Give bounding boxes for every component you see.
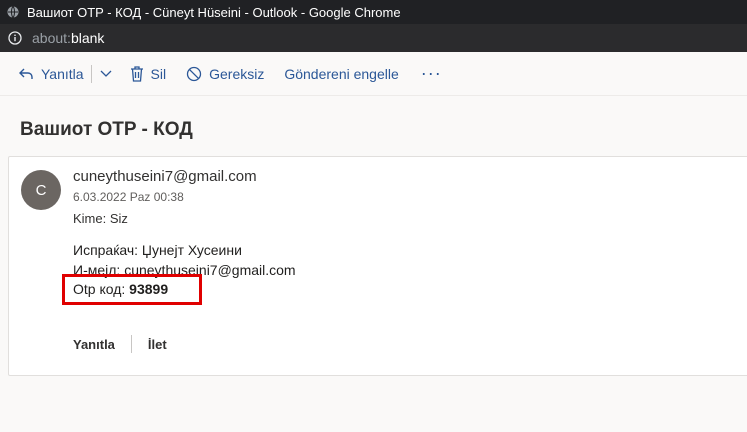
window-title: Вашиот OTP - КОД - Cüneyt Hüseini - Outl… [27,4,401,20]
browser-title-bar: Вашиот OTP - КОД - Cüneyt Hüseini - Outl… [0,0,747,24]
block-icon [186,66,202,81]
message-date: 6.03.2022 Paz 00:38 [73,190,184,204]
message-toolbar: Yanıtla Sil Gereksiz Göndereni engelle ·… [0,52,747,96]
sender-email[interactable]: cuneythuseini7@gmail.com [73,168,257,185]
junk-button-label: Gereksiz [209,65,265,82]
chevron-down-icon [100,70,112,77]
reply-button[interactable]: Yanıtla [18,66,84,82]
reply-options-button[interactable] [100,70,112,78]
otp-code: 93899 [129,281,169,297]
action-divider [130,335,132,353]
block-sender-button[interactable]: Göndereni engelle [284,66,398,82]
forward-link[interactable]: İlet [148,337,167,352]
recipient-line: Kime: Siz [73,211,128,226]
avatar[interactable]: C [21,170,61,210]
junk-button[interactable]: Gereksiz [186,66,264,82]
quick-actions: Yanıtla İlet [73,335,167,353]
reply-icon [19,68,33,79]
url-host[interactable]: blank [71,30,104,46]
to-label: Kime: [73,211,107,226]
globe-icon [7,6,19,18]
message-subject: Вашиот OTP - КОД [20,119,193,140]
to-value: Siz [109,211,128,226]
toolbar-divider [90,64,92,83]
body-otp-line: Otp код: 93899 [73,281,168,297]
address-bar[interactable]: about: blank [0,24,747,52]
trash-icon [130,65,143,82]
delete-button[interactable]: Sil [130,65,167,82]
more-options-button[interactable]: ··· [421,63,442,84]
body-sender-line: Испраќач: Џунејт Хусеини [73,242,242,258]
url-scheme[interactable]: about: [32,30,71,46]
otp-label: Otp код: [73,281,130,297]
reply-button-label: Yanıtla [41,65,84,82]
block-sender-label: Göndereni engelle [284,65,399,82]
delete-button-label: Sil [150,65,167,82]
reply-link[interactable]: Yanıtla [73,337,115,352]
message-card: C cuneythuseini7@gmail.com 6.03.2022 Paz… [8,156,747,376]
info-icon[interactable] [8,31,22,45]
